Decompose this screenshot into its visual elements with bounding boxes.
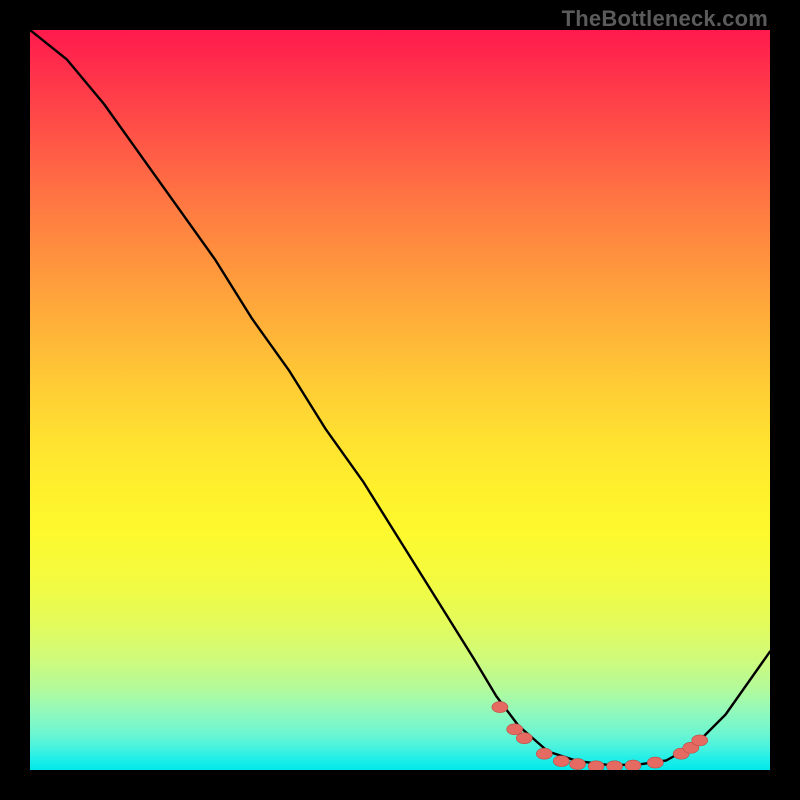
watermark-text: TheBottleneck.com [562,6,768,32]
marker-point [625,760,641,770]
marker-point [570,759,586,770]
marker-point [692,735,708,746]
bottleneck-curve-path [30,30,770,765]
marker-point [588,761,604,770]
marker-point [553,756,569,767]
bottleneck-curve-svg [30,30,770,770]
marker-point [516,733,532,744]
plot-area [30,30,770,770]
chart-frame: TheBottleneck.com [0,0,800,800]
markers-group [492,702,708,770]
marker-point [492,702,508,713]
marker-point [607,761,623,770]
marker-point [647,757,663,768]
marker-point [536,748,552,759]
